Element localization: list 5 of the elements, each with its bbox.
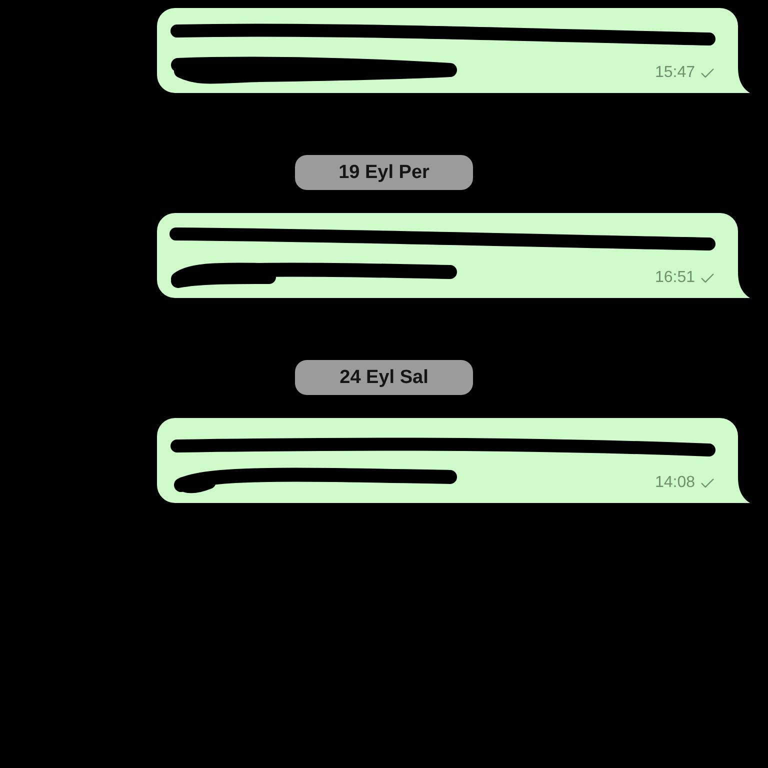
date-chip: 19 Eyl Per (295, 155, 473, 190)
message-time: 15:47 (654, 64, 695, 82)
message-time: 14:08 (654, 474, 695, 492)
message-time: 16:51 (654, 269, 695, 287)
date-chip: 24 Eyl Sal (295, 360, 473, 395)
